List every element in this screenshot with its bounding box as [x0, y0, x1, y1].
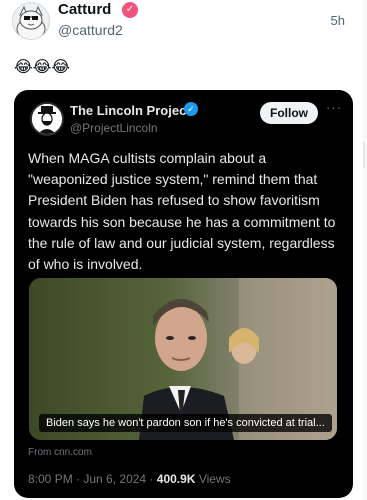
- author-handle[interactable]: @catturd2: [58, 22, 123, 38]
- cat-avatar-icon: [13, 3, 49, 39]
- scrollbar-track[interactable]: [363, 0, 367, 500]
- quoted-author-name[interactable]: The Lincoln Project: [70, 103, 191, 118]
- verified-badge-icon: ✓: [184, 102, 198, 116]
- quoted-tweet-card[interactable]: The Lincoln Project ✓ @ProjectLincoln Fo…: [14, 90, 353, 498]
- follow-button[interactable]: Follow: [260, 102, 318, 124]
- tweet-timestamp[interactable]: 5h: [331, 13, 345, 28]
- media-caption: Biden says he won't pardon son if he's c…: [39, 414, 332, 432]
- post-time[interactable]: 8:00 PM: [28, 472, 73, 486]
- post-date[interactable]: Jun 6, 2024: [83, 472, 146, 486]
- quoted-author-handle[interactable]: @ProjectLincoln: [70, 121, 158, 135]
- media-image[interactable]: Biden says he won't pardon son if he's c…: [29, 278, 337, 440]
- views-count: 400.9K: [156, 472, 196, 486]
- more-dots-icon[interactable]: ···: [326, 100, 342, 115]
- lincoln-portrait-icon: [32, 104, 62, 134]
- scrollbar-thumb[interactable]: [363, 142, 365, 168]
- views-label: Views: [198, 472, 231, 486]
- source-link[interactable]: From cnn.com: [28, 447, 92, 458]
- quoted-tweet-text: When MAGA cultists complain about a "wea…: [28, 150, 336, 273]
- verified-badge-icon: ✓: [122, 2, 138, 18]
- author-name[interactable]: Catturd: [58, 1, 111, 18]
- tweet-meta: 8:00 PM · Jun 6, 2024 · 400.9K Views: [28, 472, 231, 486]
- author-avatar[interactable]: [12, 2, 50, 40]
- tweet-text: 😂😂😂: [14, 59, 71, 76]
- lincoln-avatar[interactable]: [30, 102, 64, 136]
